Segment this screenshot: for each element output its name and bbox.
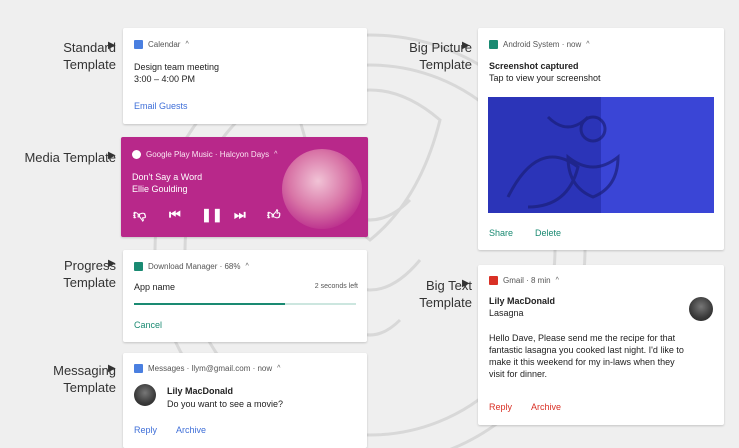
big-text-template-label: Big Text Template xyxy=(419,278,472,310)
progress-notification-card[interactable]: Download Manager · 68% ^ App name 2 seco… xyxy=(123,250,367,342)
messaging-arrow-icon: ▶ xyxy=(108,363,116,374)
progress-arrow-icon: ▶ xyxy=(108,258,116,269)
notification-header: Messages · llym@gmail.com · now ^ xyxy=(134,364,280,373)
messaging-notification-card[interactable]: Messages · llym@gmail.com · now ^ Lily M… xyxy=(123,353,367,448)
message-text: Do you want to see a movie? xyxy=(167,399,284,409)
reply-button[interactable]: Reply xyxy=(489,402,512,412)
media-notification-card[interactable]: Google Play Music · Halcyon Days ^ Don't… xyxy=(121,137,368,237)
chevron-up-icon[interactable]: ^ xyxy=(274,151,277,158)
event-time: 3:00 – 4:00 PM xyxy=(134,74,196,84)
standard-notification-card[interactable]: Calendar ^ Design team meeting 3:00 – 4:… xyxy=(123,28,367,124)
sender-name: Lily MacDonald xyxy=(167,386,234,396)
play-music-icon xyxy=(132,150,141,159)
cancel-button[interactable]: Cancel xyxy=(134,320,162,330)
sender-name: Lily MacDonald xyxy=(489,296,556,306)
song-title: Don't Say a Word xyxy=(132,172,203,182)
share-button[interactable]: Share xyxy=(489,228,513,238)
calendar-icon xyxy=(134,40,143,49)
download-icon xyxy=(134,262,143,271)
email-body-line: visit for dinner. xyxy=(489,369,548,379)
chevron-up-icon[interactable]: ^ xyxy=(277,365,280,372)
progress-template-label: Progress Template xyxy=(63,258,116,290)
album-art xyxy=(282,149,362,229)
previous-icon[interactable]: ⏮︎ xyxy=(169,207,181,223)
thumbs-up-icon[interactable]: 👍︎ xyxy=(267,207,281,223)
archive-button[interactable]: Archive xyxy=(531,402,561,412)
big-picture-arrow-icon: ▶ xyxy=(462,40,470,51)
notification-header: Download Manager · 68% ^ xyxy=(134,262,249,271)
chevron-up-icon[interactable]: ^ xyxy=(556,277,559,284)
email-body-line: Hello Dave, Please send me the recipe fo… xyxy=(489,333,676,343)
event-title: Design team meeting xyxy=(134,62,220,72)
big-picture-notification-card[interactable]: Android System · now ^ Screenshot captur… xyxy=(478,28,724,250)
next-icon[interactable]: ⏭︎ xyxy=(234,207,246,223)
time-remaining: 2 seconds left xyxy=(314,283,358,290)
notification-header: Gmail · 8 min ^ xyxy=(489,276,559,285)
pause-icon[interactable]: ❚❚ xyxy=(201,207,223,223)
gmail-icon xyxy=(489,276,498,285)
chevron-up-icon[interactable]: ^ xyxy=(586,41,589,48)
progress-track xyxy=(134,303,356,305)
progress-fill xyxy=(134,303,285,305)
screenshot-title: Screenshot captured xyxy=(489,61,579,71)
notification-header: Calendar ^ xyxy=(134,40,189,49)
avatar xyxy=(689,297,713,321)
screenshot-subtitle: Tap to view your screenshot xyxy=(489,73,601,83)
notification-header: Android System · now ^ xyxy=(489,40,590,49)
avatar xyxy=(134,384,156,406)
file-name: App name xyxy=(134,282,176,292)
android-icon xyxy=(489,40,498,49)
chevron-up-icon[interactable]: ^ xyxy=(185,41,188,48)
email-body-line: make it this weekend for my in-laws when… xyxy=(489,357,675,367)
delete-button[interactable]: Delete xyxy=(535,228,561,238)
big-picture-template-label: Big Picture Template xyxy=(409,40,472,72)
messages-icon xyxy=(134,364,143,373)
screenshot-preview-image[interactable] xyxy=(488,97,714,213)
email-subject: Lasagna xyxy=(489,308,524,318)
chevron-up-icon[interactable]: ^ xyxy=(246,263,249,270)
big-text-arrow-icon: ▶ xyxy=(462,278,470,289)
media-arrow-icon: ▶ xyxy=(108,150,116,161)
reply-button[interactable]: Reply xyxy=(134,425,157,435)
archive-button[interactable]: Archive xyxy=(176,425,206,435)
artist-name: Ellie Goulding xyxy=(132,184,188,194)
media-template-label: Media Template xyxy=(24,150,116,165)
thumbs-down-icon[interactable]: 👎︎ xyxy=(133,207,146,223)
email-guests-button[interactable]: Email Guests xyxy=(134,101,188,111)
image-pattern xyxy=(506,115,620,209)
big-text-notification-card[interactable]: Gmail · 8 min ^ Lily MacDonald Lasagna H… xyxy=(478,265,724,425)
email-body-line: fantastic lasagna you cooked last night.… xyxy=(489,345,684,355)
notification-header: Google Play Music · Halcyon Days ^ xyxy=(132,150,277,159)
standard-arrow-icon: ▶ xyxy=(108,40,116,51)
messaging-template-label: Messaging Template xyxy=(53,363,116,395)
standard-template-label: Standard Template xyxy=(63,40,116,72)
